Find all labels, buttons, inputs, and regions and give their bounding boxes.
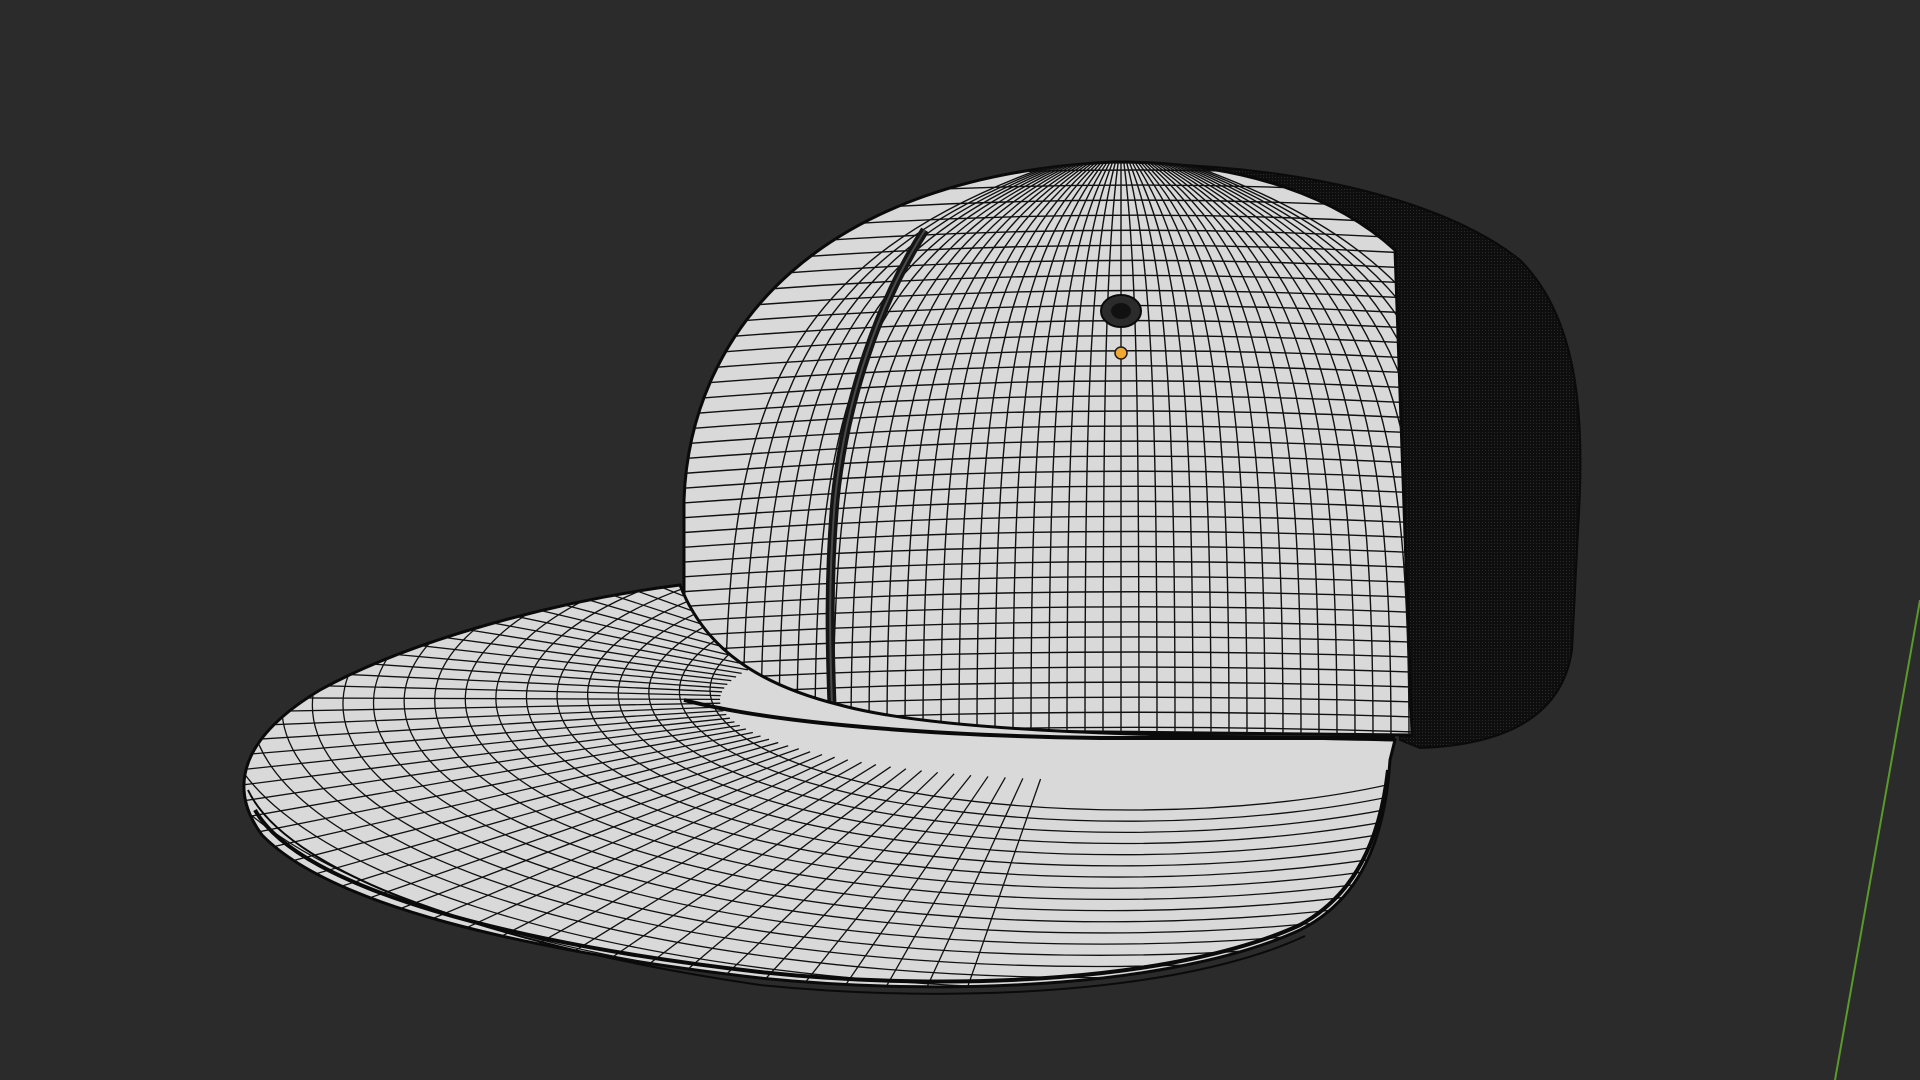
- object-origin-point[interactable]: [1114, 346, 1128, 360]
- viewport-canvas[interactable]: [0, 0, 1920, 1080]
- crown-front-panels[interactable]: [660, 160, 1517, 741]
- y-axis-line: [1834, 599, 1920, 1080]
- 3d-viewport[interactable]: [0, 0, 1920, 1080]
- eyelet: [1100, 294, 1142, 328]
